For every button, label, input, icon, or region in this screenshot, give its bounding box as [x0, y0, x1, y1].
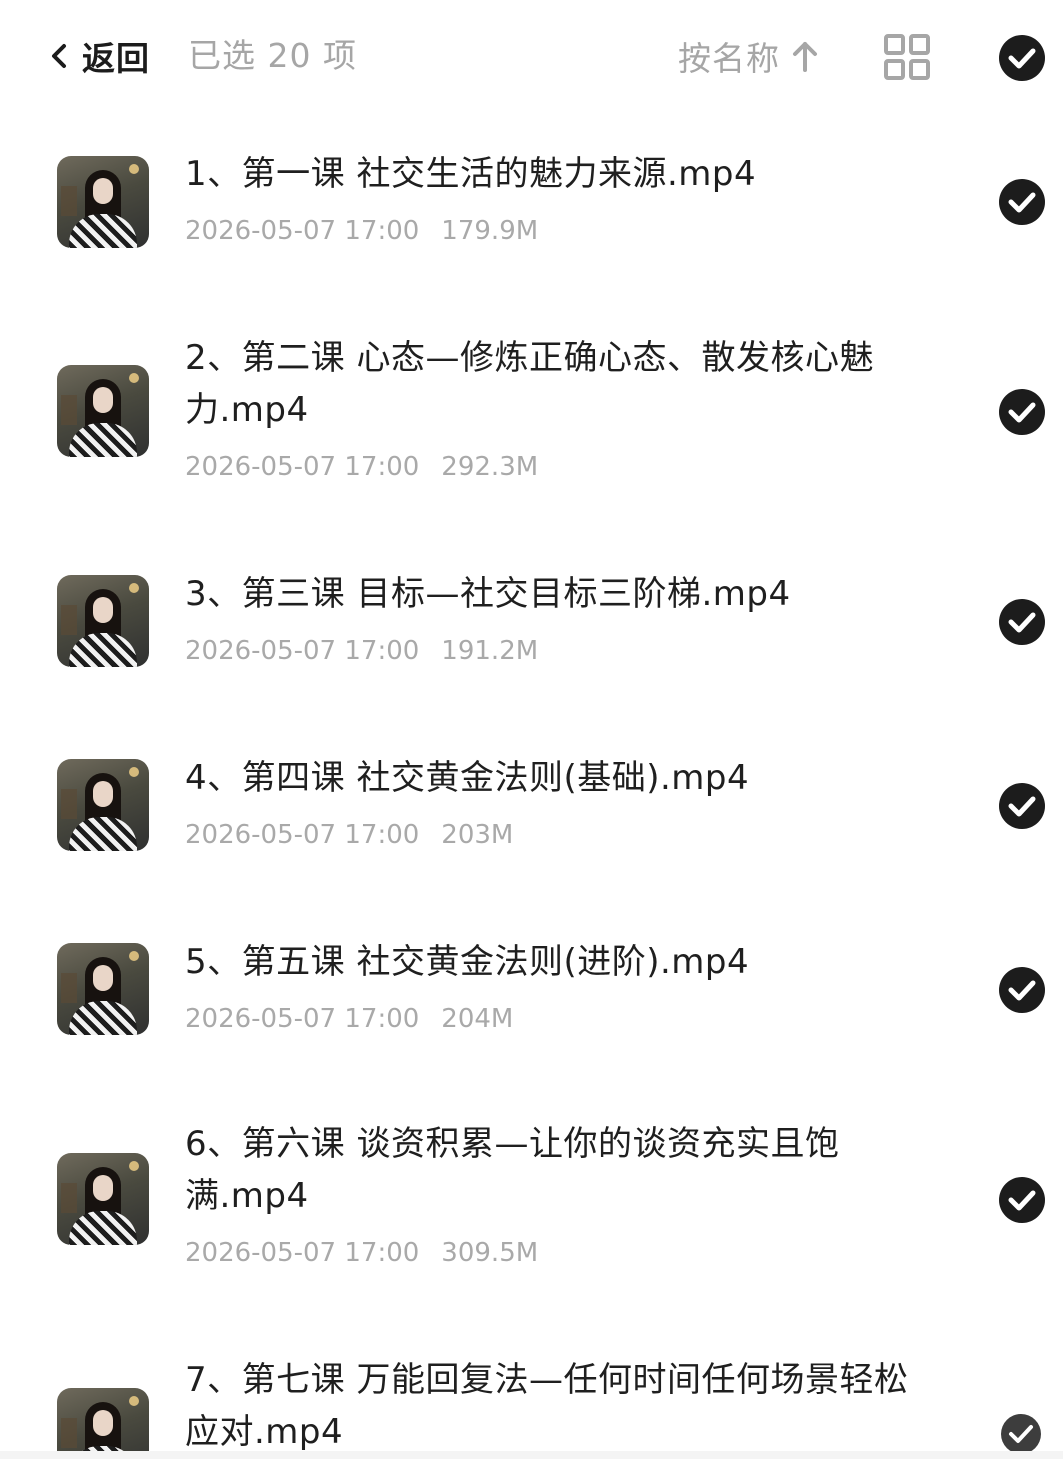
file-date: 2026-05-07 17:00: [185, 216, 420, 246]
file-size: 309.5M: [441, 1238, 539, 1268]
file-title: 6、第六课 谈资积累—让你的谈资充实且饱满.mp4: [185, 1124, 840, 1216]
video-thumbnail: [57, 575, 149, 667]
video-thumbnail: [57, 1388, 149, 1451]
file-meta: 2026-05-07 17:00 292.3M: [185, 452, 538, 482]
file-title: 4、第四课 社交黄金法则(基础).mp4: [185, 758, 750, 798]
file-date: 2026-05-07 17:00: [185, 1238, 420, 1268]
file-date: 2026-05-07 17:00: [185, 636, 420, 666]
video-thumbnail: [57, 943, 149, 1035]
file-title: 3、第三课 目标—社交目标三阶梯.mp4: [185, 574, 791, 614]
check-circle-icon[interactable]: [998, 966, 1046, 1014]
grid-view-icon[interactable]: [883, 33, 931, 81]
file-title: 2、第二课 心态—修炼正确心态、散发核心魅力.mp4: [185, 338, 874, 430]
back-button[interactable]: 返回: [44, 28, 150, 84]
sort-label: 按名称: [678, 39, 780, 78]
file-size: 179.9M: [441, 216, 539, 246]
file-title: 5、第五课 社交黄金法则(进阶).mp4: [185, 942, 750, 982]
top-bar: 返回 已选 20 项 按名称: [0, 0, 1063, 112]
check-circle-icon[interactable]: [998, 1176, 1046, 1224]
check-circle-icon[interactable]: [998, 178, 1046, 226]
video-thumbnail: [57, 365, 149, 457]
check-circle-icon[interactable]: [998, 388, 1046, 436]
file-meta: 2026-05-07 17:00 204M: [185, 1004, 513, 1034]
video-thumbnail: [57, 156, 149, 248]
file-size: 292.3M: [441, 452, 539, 482]
file-meta: 2026-05-07 17:00 203M: [185, 820, 513, 850]
selected-count: 已选 20 项: [188, 36, 357, 75]
bottom-edge: [0, 1451, 1063, 1459]
video-thumbnail: [57, 1153, 149, 1245]
file-size: 191.2M: [441, 636, 539, 666]
select-all-check-icon[interactable]: [998, 34, 1046, 82]
check-circle-icon[interactable]: [998, 782, 1046, 830]
file-meta: 2026-05-07 17:00 191.2M: [185, 636, 538, 666]
file-date: 2026-05-07 17:00: [185, 452, 420, 482]
file-title: 1、第一课 社交生活的魅力来源.mp4: [185, 154, 757, 194]
file-title: 7、第七课 万能回复法—任何时间任何场景轻松应对.mp4: [185, 1360, 909, 1451]
file-meta: 2026-05-07 17:00 179.9M: [185, 216, 538, 246]
sort-button[interactable]: 按名称: [678, 28, 820, 84]
file-meta: 2026-05-07 17:00 309.5M: [185, 1238, 538, 1268]
list-item[interactable]: 7、第七课 万能回复法—任何时间任何场景轻松应对.mp4: [0, 1354, 1063, 1451]
file-date: 2026-05-07 17:00: [185, 1004, 420, 1034]
video-thumbnail: [57, 759, 149, 851]
check-circle-icon[interactable]: [998, 598, 1046, 646]
watermark-logo: [1001, 1414, 1041, 1454]
file-size: 203M: [441, 820, 514, 850]
file-size: 204M: [441, 1004, 514, 1034]
chevron-left-icon: [52, 44, 66, 68]
file-date: 2026-05-07 17:00: [185, 820, 420, 850]
arrow-up-icon: [793, 42, 817, 72]
back-label: 返回: [82, 39, 150, 78]
